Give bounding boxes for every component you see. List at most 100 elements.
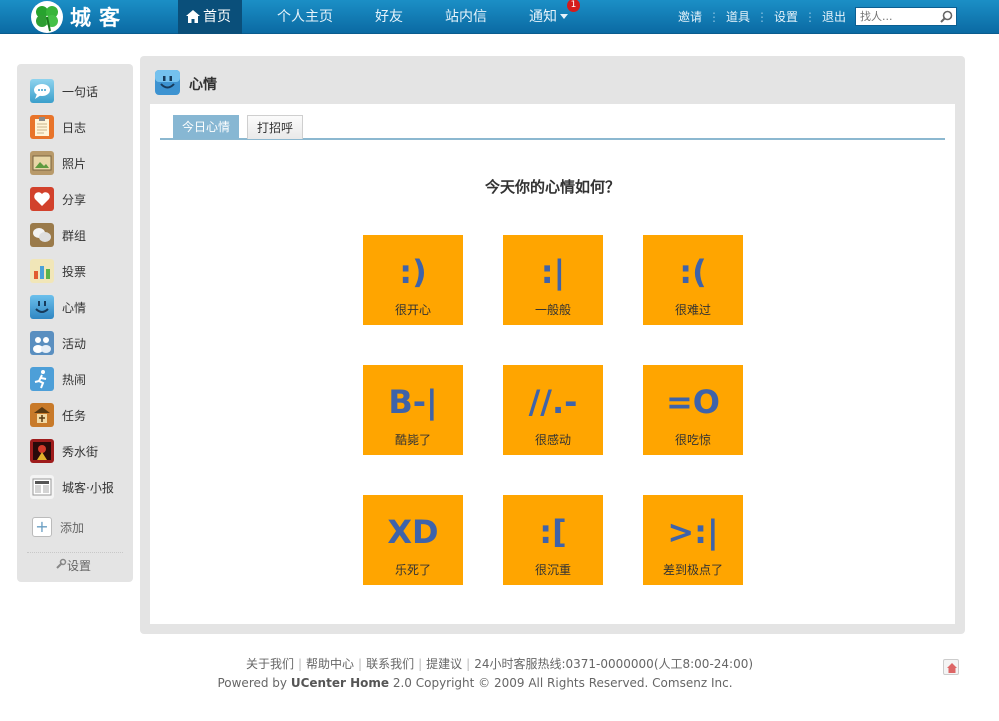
settings-link[interactable]: 设置 (774, 0, 798, 34)
wrench-icon (55, 558, 67, 573)
smiley-icon (155, 70, 180, 98)
sidebar-item-shop[interactable]: 秀水街 (30, 438, 98, 464)
mood-label: 很沉重 (534, 563, 571, 577)
top-nav-bar: 城客 首页 个人主页 好友 站内信 通知 1 邀请 ⋮ 道具 ⋮ 设置 ⋮ 退出 (0, 0, 999, 34)
mood-label: 乐死了 (394, 563, 431, 577)
notepad-icon (30, 115, 54, 139)
footer-link-about[interactable]: 关于我们 (246, 657, 294, 671)
runner-icon (30, 367, 54, 391)
sidebar-item-hot[interactable]: 热闹 (30, 366, 86, 392)
mood-option-touched[interactable]: //.- 很感动 (503, 365, 603, 455)
plus-icon: + (32, 517, 52, 537)
mood-face: XD (387, 513, 439, 551)
mood-option-neutral[interactable]: :| 一般般 (503, 235, 603, 325)
mood-face: B-| (388, 383, 438, 421)
mood-face: :( (679, 253, 707, 291)
divider: | (418, 657, 423, 671)
panel-content: 今日心情 打招呼 今天你的心情如何？ :) 很开心 :| 一般般 :( 很难过 … (150, 104, 955, 624)
footer-links: 关于我们 | 帮助中心 | 联系我们 | 提建议 | 24小时客服热线:0371-0000000… (0, 655, 999, 672)
search-icon[interactable] (940, 10, 953, 26)
sidebar-item-poll[interactable]: 投票 (30, 258, 86, 284)
nav-home[interactable]: 首页 (178, 0, 242, 34)
sidebar-item-status[interactable]: 一句话 (30, 78, 98, 104)
footer-link-help[interactable]: 帮助中心 (306, 657, 354, 671)
search-input[interactable] (856, 8, 936, 25)
mood-option-terrible[interactable]: >:| 差到极点了 (643, 495, 743, 585)
mood-face: >:| (667, 513, 719, 551)
nav-messages[interactable]: 站内信 (445, 0, 487, 34)
sidebar-item-share[interactable]: 分享 (30, 186, 86, 212)
sidebar-item-mood[interactable]: 心情 (30, 294, 86, 320)
divider: ⋮ (708, 10, 721, 24)
top-links: 邀请 ⋮ 道具 ⋮ 设置 ⋮ 退出 (678, 0, 846, 34)
tools-link[interactable]: 道具 (726, 0, 750, 34)
mood-face: :[ (539, 513, 567, 551)
task-icon (30, 403, 54, 427)
bar-chart-icon (30, 259, 54, 283)
mood-question: 今天你的心情如何？ (484, 178, 620, 196)
chevron-down-icon (560, 14, 568, 19)
newspaper-icon (30, 475, 54, 499)
sidebar-item-groups[interactable]: 群组 (30, 222, 86, 248)
sidebar-item-label: 分享 (62, 192, 87, 207)
footer-hotline: 24小时客服热线:0371-0000000(人工8:00-24:00) (474, 657, 754, 671)
sidebar-item-label: 秀水街 (62, 444, 99, 459)
sidebar-item-label: 心情 (62, 300, 87, 315)
sidebar-item-label: 任务 (62, 408, 87, 423)
back-to-top-button[interactable] (943, 659, 959, 675)
clover-logo-icon (28, 0, 66, 34)
sidebar-settings-label: 设置 (67, 559, 92, 573)
mood-label: 一般般 (534, 303, 571, 317)
tab-today-mood[interactable]: 今日心情 (173, 115, 240, 139)
divider (27, 552, 123, 553)
sidebar-item-label: 热闹 (62, 372, 87, 387)
sidebar-add-app[interactable]: + 添加 (30, 514, 84, 540)
sidebar-item-label: 群组 (62, 228, 87, 243)
footer-link-feedback[interactable]: 提建议 (426, 657, 462, 671)
logo-text: 城客 (70, 6, 128, 30)
tab-greet[interactable]: 打招呼 (247, 115, 304, 139)
mood-option-sad[interactable]: :( 很难过 (643, 235, 743, 325)
sidebar-item-tasks[interactable]: 任务 (30, 402, 86, 428)
logout-link[interactable]: 退出 (822, 0, 846, 34)
sidebar-item-label: 投票 (62, 264, 87, 279)
sidebar-item-label: 照片 (62, 156, 87, 171)
nav-home-label: 首页 (203, 9, 231, 25)
heart-icon (30, 187, 54, 211)
mood-option-surprised[interactable]: =O 很吃惊 (643, 365, 743, 455)
sidebar-item-label: 城客·小报 (62, 480, 114, 495)
people-icon (30, 331, 54, 355)
sidebar-item-events[interactable]: 活动 (30, 330, 86, 356)
footer-link-contact[interactable]: 联系我们 (366, 657, 414, 671)
mood-face: //.- (528, 383, 578, 421)
divider: | (297, 657, 302, 671)
main-nav: 首页 个人主页 好友 站内信 通知 1 (178, 0, 580, 34)
powered-brand[interactable]: UCenter Home (291, 676, 389, 690)
nav-notify[interactable]: 通知 1 (529, 0, 580, 34)
site-logo[interactable]: 城客 (28, 0, 128, 34)
mood-option-cool[interactable]: B-| 酷毙了 (363, 365, 463, 455)
nav-friends[interactable]: 好友 (375, 0, 403, 34)
mood-panel: 心情 今日心情 打招呼 今天你的心情如何？ :) 很开心 :| 一般般 :( 很… (140, 56, 965, 634)
divider: ⋮ (756, 10, 769, 24)
search-box (855, 7, 957, 26)
sidebar-item-photos[interactable]: 照片 (30, 150, 86, 176)
powered-prefix: Powered by (217, 676, 288, 690)
mood-option-laughing[interactable]: XD 乐死了 (363, 495, 463, 585)
nav-profile[interactable]: 个人主页 (277, 0, 333, 34)
powered-suffix: 2.0 Copyright © 2009 All Rights Reserved… (392, 676, 733, 690)
sidebar-item-blog[interactable]: 日志 (30, 114, 86, 140)
invite-link[interactable]: 邀请 (678, 0, 702, 34)
mood-option-heavy[interactable]: :[ 很沉重 (503, 495, 603, 585)
sidebar-item-label: 活动 (62, 336, 87, 351)
mood-option-happy[interactable]: :) 很开心 (363, 235, 463, 325)
mood-label: 很开心 (394, 303, 431, 317)
mood-face: =O (665, 383, 720, 421)
sidebar-settings-link[interactable]: 设置 (55, 557, 91, 574)
mood-face: :) (399, 253, 427, 291)
divider: ⋮ (804, 10, 817, 24)
sidebar-item-newspaper[interactable]: 城客·小报 (30, 474, 114, 500)
mood-label: 很吃惊 (674, 433, 711, 447)
sidebar-item-label: 一句话 (62, 84, 99, 99)
page-title: 心情 (189, 77, 217, 93)
